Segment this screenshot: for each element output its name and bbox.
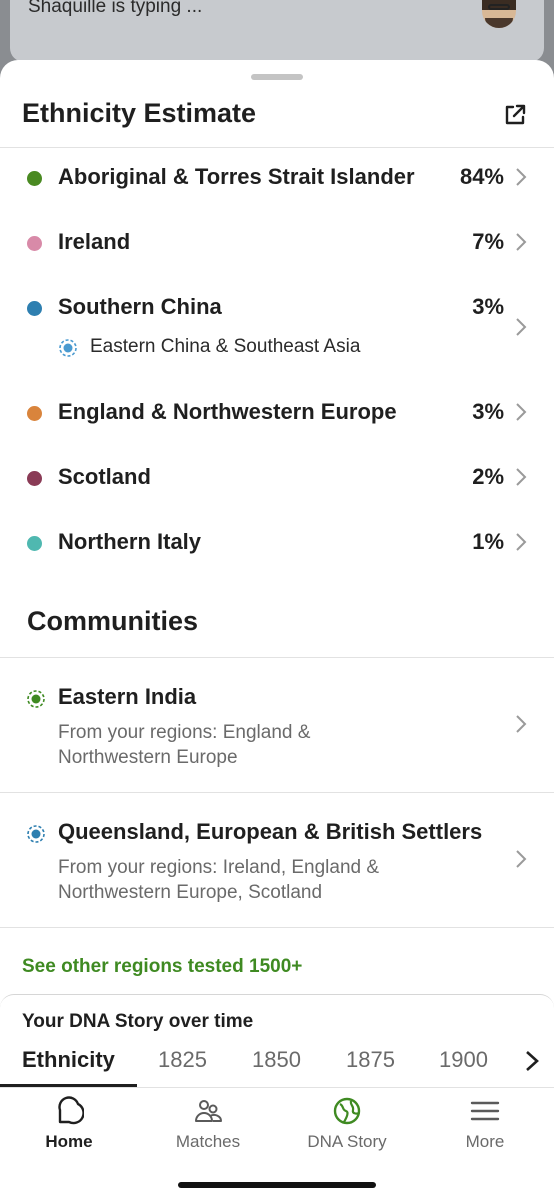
region-percent: 3% [472,399,504,424]
chevron-right-icon[interactable] [524,1050,540,1072]
community-description: From your regions: England & Northwester… [58,722,311,768]
region-color-dot [27,236,42,251]
chevron-right-icon [516,168,527,186]
nav-home[interactable]: Home [14,1096,124,1156]
tab-1850[interactable]: 1850 [252,1047,301,1073]
page-title: Ethnicity Estimate [22,98,257,128]
chevron-right-icon [516,533,527,551]
tab-1875[interactable]: 1875 [346,1047,395,1073]
region-color-dot [27,171,42,186]
region-name: Scotland [58,464,151,489]
region-percent: 3% [472,294,504,319]
region-name: Ireland [58,229,131,254]
ethnicity-row-scotland[interactable]: Scotland 2% [0,460,554,500]
nav-label: DNA Story [307,1132,387,1151]
avatar [482,0,516,28]
ethnicity-row-aboriginal[interactable]: Aboriginal & Torres Strait Islander 84% [0,160,554,200]
community-row-queensland[interactable]: Queensland, European & British Settlers … [0,793,554,927]
nav-label: More [465,1132,505,1151]
nav-label: Home [45,1132,93,1151]
home-indicator [178,1182,376,1188]
region-color-dot [27,536,42,551]
chevron-right-icon [516,468,527,486]
typing-notification[interactable]: Shaquille is typing ... [10,0,544,62]
ethnicity-sheet: Ethnicity Estimate Aboriginal & Torres S… [0,60,554,1199]
chevron-right-icon [516,318,527,336]
nav-matches[interactable]: Matches [153,1096,263,1156]
region-percent: 84% [459,164,504,189]
subregion-ring-icon [59,339,77,357]
region-name: Aboriginal & Torres Strait Islander [58,164,415,189]
region-color-dot [27,471,42,486]
region-name: England & Northwestern Europe [58,399,397,424]
typing-notification-text: Shaquille is typing ... [28,0,203,17]
menu-icon [470,1101,500,1121]
region-color-dot [27,406,42,421]
chevron-right-icon [516,403,527,421]
region-color-dot [27,301,42,316]
ethnicity-row-england[interactable]: England & Northwestern Europe 3% [0,395,554,435]
region-percent: 7% [472,229,504,254]
chevron-right-icon [516,715,527,733]
community-description: From your regions: Ireland, England & No… [58,857,380,903]
community-ring-icon [27,825,45,843]
bottom-nav: Home Matches DNA Story More [0,1087,554,1199]
dna-story-icon [333,1097,361,1125]
tab-ethnicity[interactable]: Ethnicity [22,1047,115,1073]
community-ring-icon [27,690,45,708]
chevron-right-icon [516,850,527,868]
sheet-grabber[interactable] [251,74,303,80]
sheet-header: Ethnicity Estimate [0,88,554,148]
ethnicity-row-southern-china[interactable]: Southern China 3% Eastern China & Southe… [0,290,554,370]
region-name: Southern China [58,294,222,319]
ethnicity-row-ireland[interactable]: Ireland 7% [0,225,554,265]
subregion-name: Eastern China & Southeast Asia [90,336,361,357]
matches-icon [195,1100,223,1122]
see-other-regions-link[interactable]: See other regions tested 1500+ [22,956,302,978]
region-name: Northern Italy [58,529,202,554]
story-title: Your DNA Story over time [22,1011,254,1032]
tab-1825[interactable]: 1825 [158,1047,207,1073]
nav-label: Matches [175,1132,241,1151]
nav-dna-story[interactable]: DNA Story [292,1096,402,1156]
divider [0,927,554,928]
region-percent: 2% [472,464,504,489]
nav-more[interactable]: More [430,1096,540,1156]
external-link-icon[interactable] [502,102,528,128]
region-percent: 1% [472,529,504,554]
ethnicity-row-northern-italy[interactable]: Northern Italy 1% [0,525,554,565]
community-name: Queensland, European & British Settlers [58,819,483,844]
tab-1900[interactable]: 1900 [439,1047,488,1073]
community-name: Eastern India [58,684,197,709]
home-icon [58,1096,84,1125]
community-row-eastern-india[interactable]: Eastern India From your regions: England… [0,658,554,792]
chevron-right-icon [516,233,527,251]
communities-title: Communities [27,606,199,636]
